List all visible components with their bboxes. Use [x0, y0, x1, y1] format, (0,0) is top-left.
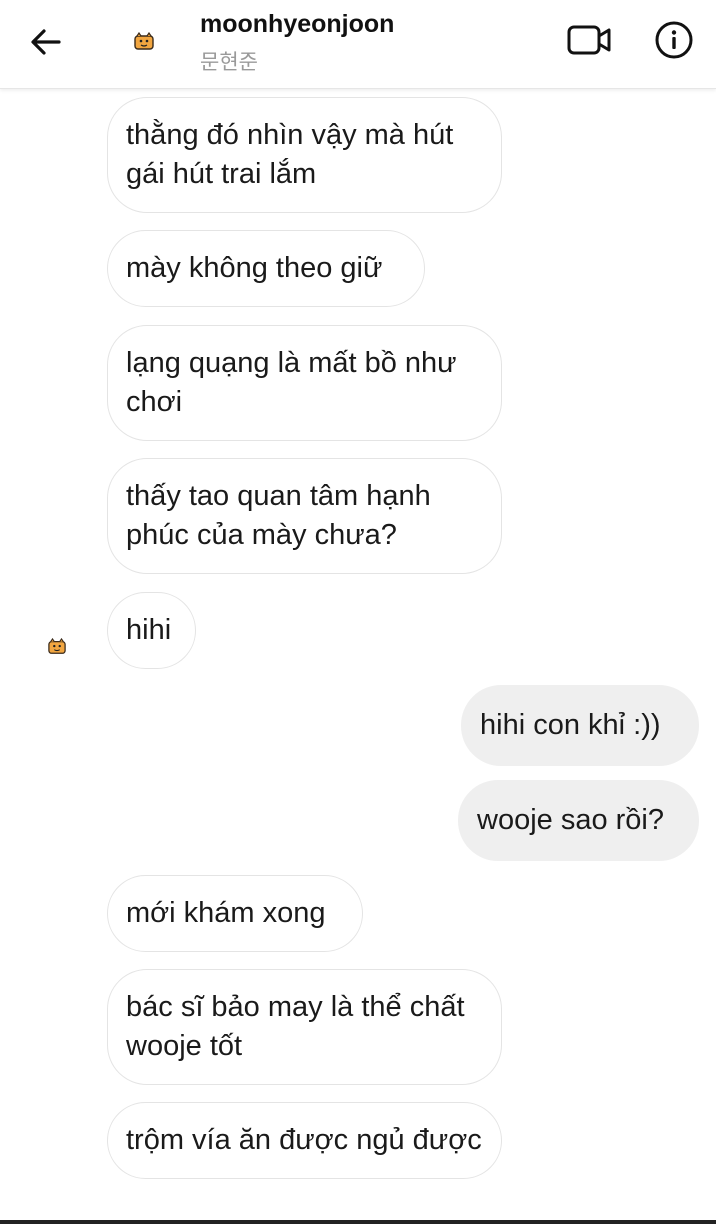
- message-sent[interactable]: hihi con khỉ :)): [461, 685, 699, 766]
- contact-display-name: 문현준: [200, 51, 258, 74]
- message-received[interactable]: lạng quạng là mất bồ như chơi: [107, 325, 502, 441]
- tiger-sticker-icon: [48, 638, 66, 654]
- message-received[interactable]: mày không theo giữ: [107, 230, 425, 307]
- message-sent[interactable]: wooje sao rồi?: [458, 780, 699, 861]
- message-received[interactable]: bác sĩ bảo may là thể chất wooje tốt: [107, 969, 502, 1085]
- message-received[interactable]: thằng đó nhìn vậy mà hút gái hút trai lắ…: [107, 97, 502, 213]
- contact-username[interactable]: moonhyeonjoon: [200, 10, 394, 39]
- tiger-sticker-icon: [134, 32, 154, 50]
- message-received[interactable]: thấy tao quan tâm hạnh phúc của mày chưa…: [107, 458, 502, 574]
- contact-avatar[interactable]: [118, 20, 170, 64]
- message-received[interactable]: trộm vía ăn được ngủ được: [107, 1102, 502, 1179]
- video-camera-icon: [567, 25, 611, 55]
- conversation-info-button[interactable]: [650, 18, 698, 62]
- screen-bottom-edge: [0, 1220, 716, 1224]
- message-received[interactable]: hihi: [107, 592, 196, 669]
- dm-conversation-screen: moonhyeonjoon 문현준 thằng đó nhìn vậy mà h…: [0, 0, 716, 1224]
- message-received[interactable]: mới khám xong: [107, 875, 363, 952]
- arrow-left-icon: [31, 29, 61, 55]
- info-circle-icon: [655, 21, 693, 59]
- sender-avatar[interactable]: [30, 621, 84, 673]
- video-call-button[interactable]: [564, 20, 616, 60]
- back-button[interactable]: [24, 22, 68, 62]
- chat-header: moonhyeonjoon 문현준: [0, 0, 716, 89]
- message-thread[interactable]: thằng đó nhìn vậy mà hút gái hút trai lắ…: [0, 89, 716, 1220]
